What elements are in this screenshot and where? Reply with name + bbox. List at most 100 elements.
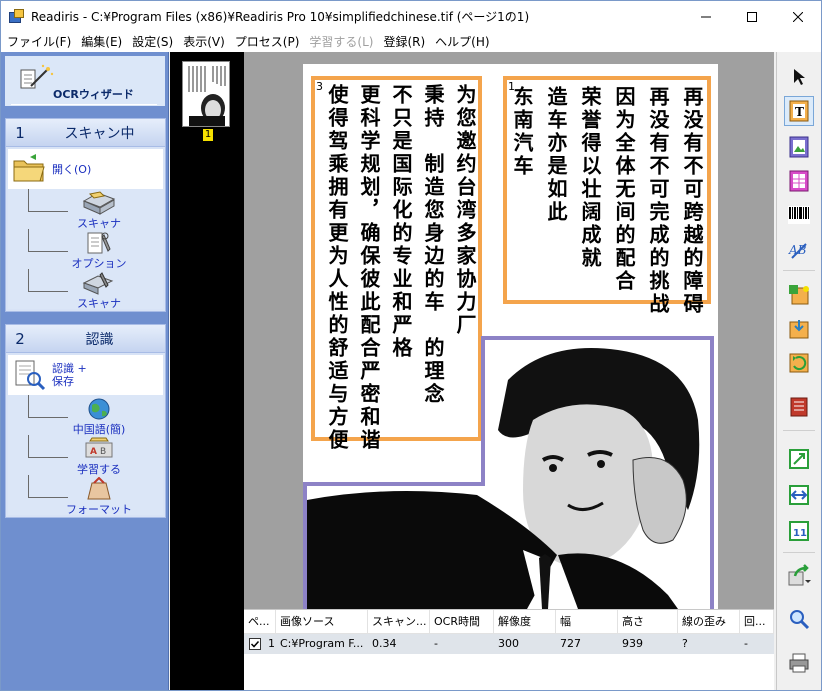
stretch-zone-icon <box>789 485 809 505</box>
export-tool-button[interactable] <box>784 560 814 590</box>
document-view[interactable]: 1 再没有不可跨越的障碍 再没有不可完成的挑战 因为全体无间的配合 荣誉得以壮阔… <box>244 52 774 609</box>
open-label: 開く(O) <box>52 162 92 176</box>
row-checkbox[interactable] <box>249 638 261 650</box>
page-thumbnail[interactable] <box>182 61 230 127</box>
page-info-table: ペ... 画像ソース スキャン... OCR時間 解像度 幅 高さ 線の歪み 回… <box>244 609 774 690</box>
section-label: スキャン中 <box>64 125 135 142</box>
close-button[interactable] <box>775 1 821 32</box>
scan-subitems: スキャナ オプション スキャナ <box>8 189 163 310</box>
cell-skew: ? <box>682 637 688 650</box>
text-zone-1[interactable]: 1 再没有不可跨越的障碍 再没有不可完成的挑战 因为全体无间的配合 荣誉得以壮阔… <box>503 76 711 316</box>
zone-3-column: 为您邀约台湾多家协力厂 <box>453 84 477 337</box>
col-height[interactable]: 高さ <box>618 610 678 633</box>
cell-height: 939 <box>622 637 643 650</box>
cell-resolution: 300 <box>498 637 519 650</box>
col-image-source[interactable]: 画像ソース <box>276 610 368 633</box>
zone-1-column: 因为全体无间的配合 <box>612 86 636 293</box>
handprint-zone-tool-button[interactable]: AB <box>784 234 814 264</box>
text-zone-icon: T <box>789 100 809 122</box>
table-row[interactable]: 1 C:¥Program F... 0.34 - 300 727 939 ? - <box>244 634 774 654</box>
menu-bar: ファイル(F) 編集(E) 設定(S) 表示(V) プロセス(P) 学習する(L… <box>1 32 821 52</box>
section-label: 認識 <box>85 331 114 348</box>
menu-register[interactable]: 登録(R) <box>378 32 430 52</box>
cell-ocr-time: - <box>434 637 438 650</box>
minimize-icon <box>701 16 711 17</box>
scan-section-header: 1 スキャン中 <box>6 119 165 147</box>
zone-1-column: 东南汽车 <box>510 86 534 178</box>
learn-icon: A B <box>85 437 113 458</box>
window-controls <box>683 1 821 32</box>
recognition-section-header: 2 認識 <box>6 325 165 353</box>
sort-zones-icon <box>790 397 808 417</box>
maximize-button[interactable] <box>729 1 775 32</box>
menu-process[interactable]: プロセス(P) <box>230 32 305 52</box>
scanner-settings-item[interactable]: スキャナ <box>8 269 163 310</box>
text-zone-tool-button[interactable]: T <box>784 96 814 126</box>
ocr-wizard-panel: OCRウィザード 1 スキャン中 開く(O) スキャナ オプション スキャナ 2… <box>1 52 169 690</box>
zone-1-column: 造车亦是如此 <box>544 86 568 224</box>
zone-number: 3 <box>316 80 323 93</box>
section-number: 2 <box>15 329 25 348</box>
number-zone-tool-button[interactable]: 11 <box>784 516 814 546</box>
cell-width: 727 <box>560 637 581 650</box>
zone-3-column: 不只是国际化的专业和严格 <box>389 84 413 360</box>
menu-edit[interactable]: 編集(E) <box>76 32 127 52</box>
auto-zone-tool-button[interactable] <box>784 280 814 310</box>
select-tool-button[interactable] <box>784 62 814 92</box>
col-page[interactable]: ペ... <box>244 610 276 633</box>
col-ocr-time[interactable]: OCR時間 <box>430 610 494 633</box>
printer-icon <box>789 653 809 673</box>
format-item[interactable]: フォーマット <box>8 475 163 516</box>
magnifier-icon <box>790 610 810 630</box>
minimize-button[interactable] <box>683 1 729 32</box>
readiris-app-icon[interactable] <box>9 8 25 25</box>
menu-view[interactable]: 表示(V) <box>178 32 230 52</box>
title-bar: Readiris - C:¥Program Files (x86)¥Readir… <box>1 1 821 32</box>
print-tool-button[interactable] <box>784 648 814 678</box>
save-zone-tool-button[interactable] <box>784 314 814 344</box>
col-width[interactable]: 幅 <box>556 610 618 633</box>
svg-text:A: A <box>90 447 97 457</box>
cell-source: C:¥Program F... <box>280 637 364 650</box>
col-skew[interactable]: 線の歪み <box>678 610 740 633</box>
svg-text:T: T <box>795 105 804 119</box>
export-icon <box>788 564 811 586</box>
portrait-photo <box>307 340 710 609</box>
graphic-zone-icon <box>789 136 809 158</box>
barcode-zone-tool-button[interactable] <box>784 200 814 230</box>
maximize-icon <box>747 11 757 22</box>
table-zone-tool-button[interactable] <box>784 166 814 196</box>
open-button[interactable]: 開く(O) <box>8 149 163 189</box>
learn-item[interactable]: A B 学習する <box>8 435 163 476</box>
resize-zone-tool-button[interactable] <box>784 444 814 474</box>
menu-file[interactable]: ファイル(F) <box>2 32 76 52</box>
svg-text:B: B <box>100 447 106 457</box>
refresh-zones-tool-button[interactable] <box>784 348 814 378</box>
options-item[interactable]: オプション <box>8 229 163 270</box>
recognition-section: 2 認識 認識 + 保存 中国語(簡) A B 学習する フォーマット <box>5 324 166 518</box>
wizard-header: OCRウィザード <box>5 56 165 106</box>
col-scan[interactable]: スキャン... <box>368 610 430 633</box>
zoom-tool-button[interactable] <box>784 604 814 634</box>
menu-settings[interactable]: 設定(S) <box>127 32 178 52</box>
table-zone-icon <box>789 170 809 192</box>
recognize-save-label: 認識 + 保存 <box>52 362 87 388</box>
barcode-icon <box>788 206 810 224</box>
recognize-save-button[interactable]: 認識 + 保存 <box>8 355 163 395</box>
svg-text:11: 11 <box>793 528 807 539</box>
auto-zone-icon <box>789 285 809 305</box>
col-rotation[interactable]: 回... <box>740 610 774 633</box>
menu-help[interactable]: ヘルプ(H) <box>430 32 494 52</box>
document-page: 1 再没有不可跨越的障碍 再没有不可完成的挑战 因为全体无间的配合 荣誉得以壮阔… <box>303 64 718 609</box>
scanner-item[interactable]: スキャナ <box>8 189 163 230</box>
stretch-zone-tool-button[interactable] <box>784 480 814 510</box>
zone-1-column: 再没有不可跨越的障碍 <box>680 86 704 316</box>
graphic-zone-tool-button[interactable] <box>784 132 814 162</box>
col-resolution[interactable]: 解像度 <box>494 610 556 633</box>
sort-zones-tool-button[interactable] <box>784 392 814 422</box>
globe-icon <box>88 398 110 420</box>
menu-learn[interactable]: 学習する(L) <box>304 32 378 52</box>
wizard-title: OCRウィザード <box>53 88 134 101</box>
cell-rotation: - <box>744 637 748 650</box>
language-item[interactable]: 中国語(簡) <box>8 395 163 436</box>
